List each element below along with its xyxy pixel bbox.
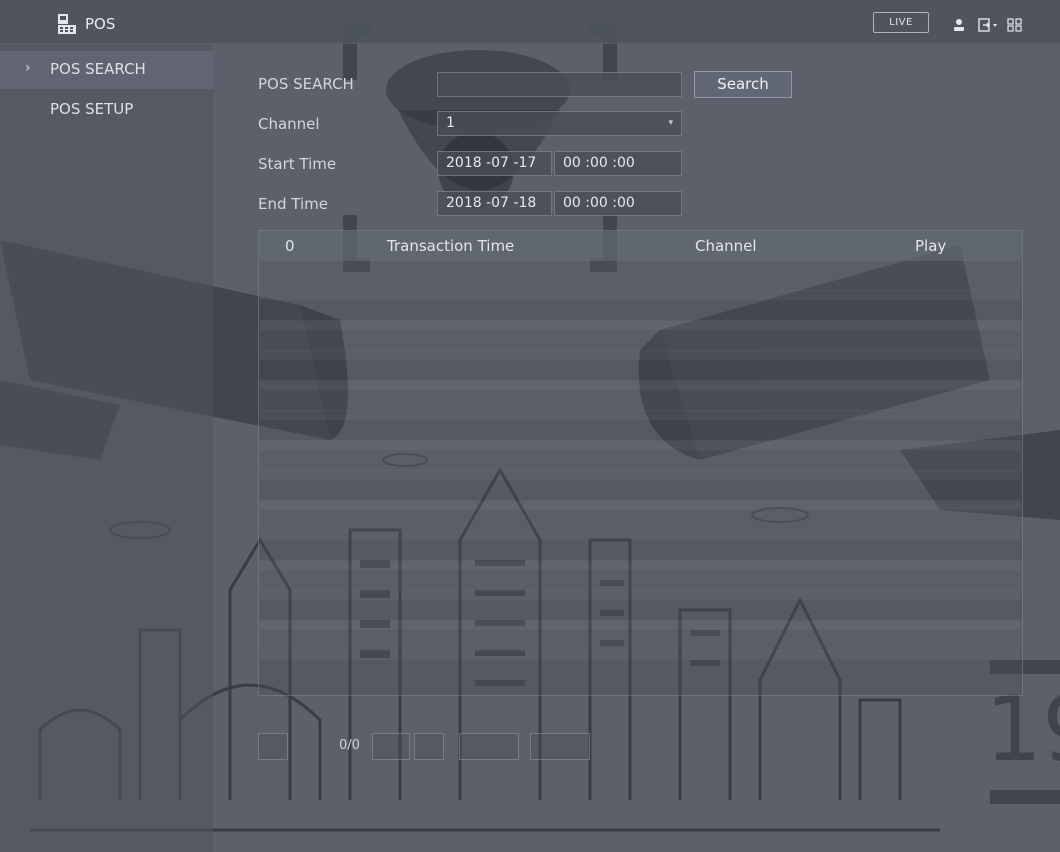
start-time-value: 00 :00 :00 <box>563 155 635 171</box>
backup-button[interactable] <box>530 733 590 760</box>
channel-value: 1 <box>446 115 455 131</box>
table-row[interactable] <box>259 291 1022 321</box>
table-row[interactable] <box>259 441 1022 471</box>
table-row[interactable] <box>259 621 1022 651</box>
table-row[interactable] <box>259 471 1022 501</box>
table-row[interactable] <box>259 381 1022 411</box>
table-row[interactable] <box>259 321 1022 351</box>
table-row[interactable] <box>259 651 1022 681</box>
table-header: 0 Transaction Time Channel Play <box>259 231 1022 261</box>
pos-terminal-icon <box>57 13 77 35</box>
sidebar: › POS SEARCH POS SETUP <box>0 45 213 852</box>
column-header-channel[interactable]: Channel <box>695 237 757 255</box>
pager-action-button[interactable] <box>459 733 519 760</box>
channel-label: Channel <box>258 115 320 133</box>
table-row[interactable] <box>259 561 1022 591</box>
title-bar: POS LIVE <box>0 0 1060 44</box>
page-counter: 0/0 <box>339 738 360 753</box>
table-row[interactable] <box>259 531 1022 561</box>
pos-search-field[interactable] <box>437 72 682 97</box>
column-header-transaction-time[interactable]: Transaction Time <box>387 237 514 255</box>
table-body[interactable] <box>259 261 1022 695</box>
grid-menu-icon[interactable] <box>1006 17 1024 32</box>
end-date-value: 2018 -07 -18 <box>446 195 537 211</box>
column-header-play[interactable]: Play <box>915 237 946 255</box>
pos-search-input[interactable] <box>446 73 681 96</box>
user-icon[interactable] <box>950 17 968 31</box>
pos-window: POS LIVE › POS SEARCH POS SETUP POS SEAR… <box>0 0 1060 852</box>
pos-search-label: POS SEARCH <box>258 75 354 93</box>
start-date-field[interactable]: 2018 -07 -17 <box>437 151 552 176</box>
sidebar-item-pos-search[interactable]: › POS SEARCH <box>0 51 213 89</box>
go-to-page-button[interactable] <box>414 733 444 760</box>
sidebar-item-label: POS SETUP <box>50 100 134 118</box>
sidebar-item-pos-setup[interactable]: POS SETUP <box>0 91 213 129</box>
live-view-button[interactable]: LIVE <box>873 12 929 33</box>
page-number-input[interactable] <box>372 733 410 760</box>
sidebar-item-label: POS SEARCH <box>50 60 146 78</box>
dropdown-arrow-icon: ▾ <box>668 118 673 128</box>
chevron-right-icon: › <box>25 60 31 76</box>
end-time-value: 00 :00 :00 <box>563 195 635 211</box>
table-row[interactable] <box>259 411 1022 441</box>
table-row[interactable] <box>259 261 1022 291</box>
start-time-label: Start Time <box>258 155 337 173</box>
end-time-field[interactable]: 00 :00 :00 <box>554 191 682 216</box>
end-time-label: End Time <box>258 195 328 213</box>
window-title: POS <box>85 15 116 33</box>
transaction-table: 0 Transaction Time Channel Play <box>258 230 1023 696</box>
channel-select[interactable]: 1 ▾ <box>437 111 682 136</box>
table-row[interactable] <box>259 591 1022 621</box>
logout-icon[interactable] <box>978 17 997 32</box>
first-page-button[interactable] <box>258 733 288 760</box>
table-row[interactable] <box>259 351 1022 381</box>
search-button[interactable]: Search <box>694 71 792 98</box>
end-date-field[interactable]: 2018 -07 -18 <box>437 191 552 216</box>
header-icon-group <box>950 16 1024 32</box>
column-header-index[interactable]: 0 <box>285 237 295 255</box>
start-date-value: 2018 -07 -17 <box>446 155 537 171</box>
table-row[interactable] <box>259 501 1022 531</box>
start-time-field[interactable]: 00 :00 :00 <box>554 151 682 176</box>
